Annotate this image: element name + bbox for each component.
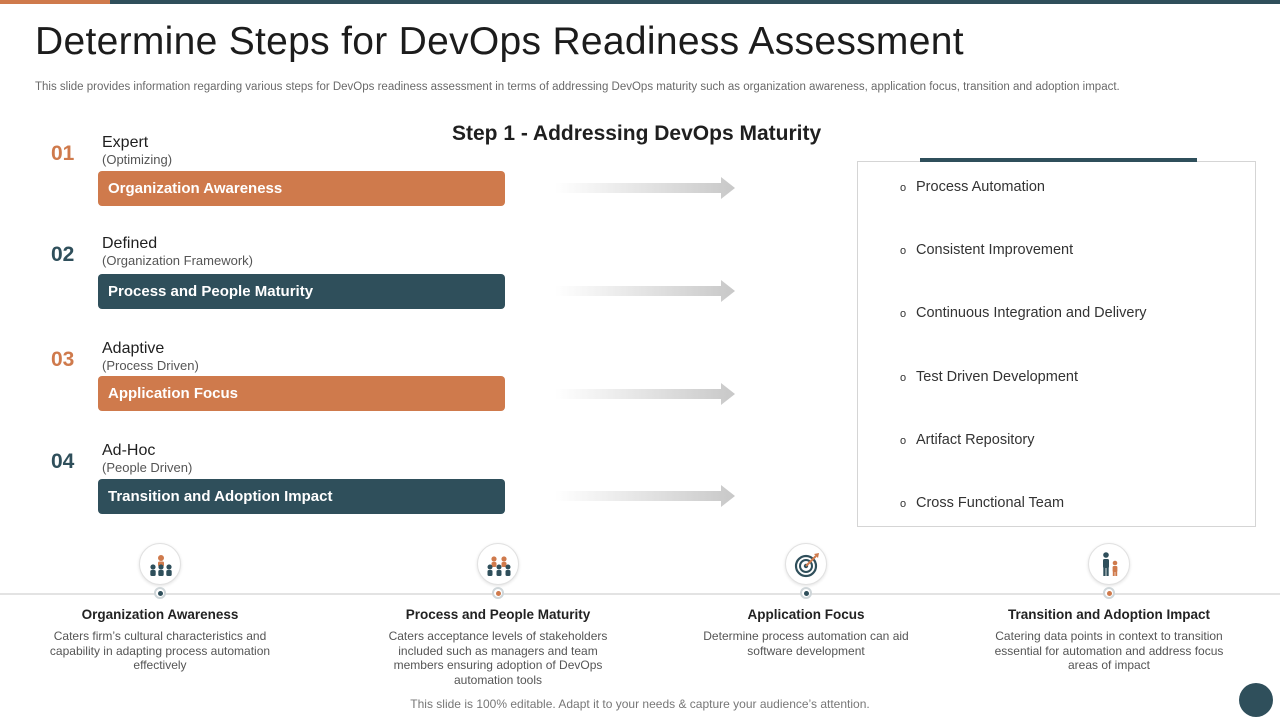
footer-note: This slide is 100% editable. Adapt it to… <box>410 697 870 711</box>
level-bar-application-focus: Application Focus <box>98 376 505 411</box>
level-subtitle: (Organization Framework) <box>102 253 253 268</box>
level-name: Defined <box>102 235 158 252</box>
level-name: Expert <box>102 134 149 151</box>
timeline-dot <box>1103 587 1115 599</box>
bullet-icon: o <box>900 435 907 447</box>
timeline-dot <box>492 587 504 599</box>
timeline-title: Process and People Maturity <box>405 607 591 622</box>
bullet-icon: o <box>900 182 907 194</box>
timeline-title: Application Focus <box>747 607 865 622</box>
level-name: Adaptive <box>102 340 165 357</box>
top-bar <box>0 0 1280 4</box>
panel-item: o Consistent Improvement <box>900 242 1074 258</box>
level-number: 02 <box>51 243 75 266</box>
panel-item: o Continuous Integration and Delivery <box>900 305 1147 321</box>
level-row-01: 01 Expert (Optimizing) Organization Awar… <box>0 134 760 232</box>
bullet-icon: o <box>900 498 907 510</box>
level-subtitle: (People Driven) <box>102 460 193 475</box>
level-bar-transition-adoption-impact: Transition and Adoption Impact <box>98 479 505 514</box>
panel-item: o Process Automation <box>900 179 1045 195</box>
bullet-icon: o <box>900 308 907 320</box>
level-row-02: 02 Defined (Organization Framework) Proc… <box>0 235 760 333</box>
level-number: 03 <box>51 348 75 371</box>
level-number: 01 <box>51 142 75 165</box>
arrow-right-icon <box>555 383 735 405</box>
page-title: Determine Steps for DevOps Readiness Ass… <box>35 20 964 63</box>
timeline-line <box>0 593 1280 595</box>
top-bar-accent <box>0 0 110 4</box>
arrow-right-icon <box>555 485 735 507</box>
people-group-icon <box>477 543 519 585</box>
timeline-description: Catering data points in context to trans… <box>994 629 1224 672</box>
level-bar-organization-awareness: Organization Awareness <box>98 171 505 206</box>
panel-item: o Artifact Repository <box>900 432 1035 448</box>
adult-child-icon <box>1088 543 1130 585</box>
target-icon <box>785 543 827 585</box>
panel-item: o Test Driven Development <box>900 369 1078 385</box>
level-bar-process-people-maturity: Process and People Maturity <box>98 274 505 309</box>
level-name: Ad-Hoc <box>102 442 156 459</box>
maturity-list-panel: o Process Automation o Consistent Improvem… <box>857 161 1256 527</box>
team-icon <box>139 543 181 585</box>
bullet-icon: o <box>900 372 907 384</box>
panel-accent-bar <box>920 158 1197 162</box>
timeline-description: Caters acceptance levels of stakeholders… <box>388 629 608 687</box>
level-subtitle: (Process Driven) <box>102 358 199 373</box>
level-row-03: 03 Adaptive (Process Driven) Application… <box>0 340 760 438</box>
level-number: 04 <box>51 450 75 473</box>
panel-item: o Cross Functional Team <box>900 495 1065 511</box>
timeline-description: Caters firm’s cultural characteristics a… <box>49 629 271 672</box>
timeline-description: Determine process automation can aid sof… <box>703 629 909 658</box>
arrow-right-icon <box>555 280 735 302</box>
level-row-04: 04 Ad-Hoc (People Driven) Transition and… <box>0 442 760 540</box>
level-subtitle: (Optimizing) <box>102 152 173 167</box>
timeline-title: Transition and Adoption Impact <box>1008 607 1210 622</box>
bullet-icon: o <box>900 245 907 257</box>
timeline-dot <box>800 587 812 599</box>
corner-decoration <box>1239 683 1273 717</box>
timeline-dot <box>154 587 166 599</box>
timeline-title: Organization Awareness <box>81 607 239 622</box>
page-subtitle: This slide provides information regardin… <box>35 81 1120 93</box>
arrow-right-icon <box>555 177 735 199</box>
